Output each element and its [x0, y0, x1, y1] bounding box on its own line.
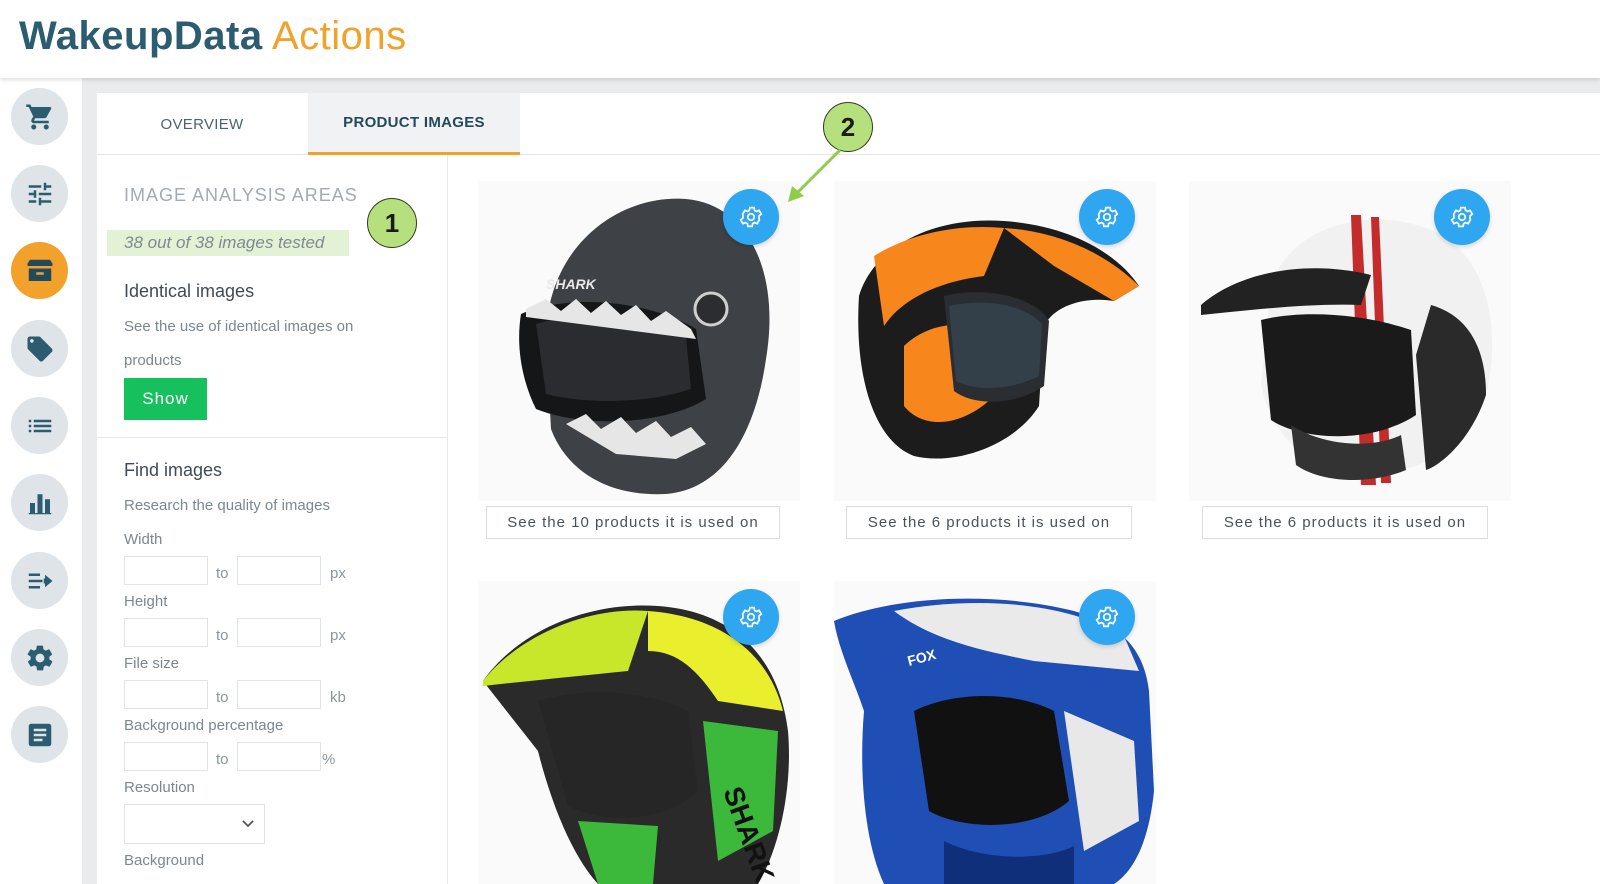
sidebar	[0, 78, 82, 884]
height-min-input[interactable]	[124, 618, 208, 647]
filesize-label: File size	[124, 655, 180, 672]
sidebar-item-reports[interactable]	[11, 474, 68, 531]
sidebar-item-documents[interactable]	[11, 706, 68, 763]
to-label: to	[216, 751, 229, 768]
sidebar-item-export[interactable]	[11, 552, 68, 609]
sidebar-item-products[interactable]	[11, 242, 68, 299]
unit-label: px	[330, 627, 346, 644]
gear-icon	[1095, 606, 1119, 628]
app-logo[interactable]: WakeupData Actions	[19, 14, 407, 59]
images-tested-status: 38 out of 38 images tested	[107, 230, 349, 256]
background-label: Background	[124, 852, 205, 869]
section-title: IMAGE ANALYSIS AREAS	[124, 185, 358, 205]
callout-1: 1	[367, 198, 417, 248]
to-label: to	[216, 627, 229, 644]
bg-percentage-max-input[interactable]	[237, 742, 321, 771]
see-products-button[interactable]: See the 10 products it is used on	[486, 506, 780, 539]
logo-part1: WakeupData	[19, 14, 263, 58]
cart-icon	[25, 104, 51, 129]
filters-panel: IMAGE ANALYSIS AREAS 38 out of 38 images…	[97, 155, 448, 884]
unit-label: %	[322, 751, 336, 768]
image-card	[1189, 181, 1511, 501]
gear-icon	[1450, 206, 1474, 228]
sidebar-item-list[interactable]	[11, 397, 68, 454]
gear-icon	[27, 645, 52, 670]
height-max-input[interactable]	[237, 618, 321, 647]
bg-percentage-label: Background percentage	[124, 717, 284, 734]
see-products-button[interactable]: See the 6 products it is used on	[846, 506, 1132, 539]
image-card: FOX	[834, 581, 1156, 884]
resolution-select[interactable]	[124, 804, 265, 844]
unit-label: px	[330, 565, 346, 582]
tab-product-images[interactable]: PRODUCT IMAGES	[308, 93, 520, 155]
app-header: WakeupData Actions	[0, 0, 1600, 78]
identical-images-title: Identical images	[124, 281, 255, 301]
filesize-min-input[interactable]	[124, 680, 208, 709]
gear-icon	[739, 206, 763, 228]
helmet-image[interactable]	[844, 206, 1144, 476]
sliders-icon	[28, 182, 51, 205]
to-label: to	[216, 689, 229, 706]
export-icon	[28, 573, 52, 588]
to-label: to	[216, 565, 229, 582]
sidebar-item-cart[interactable]	[11, 88, 68, 145]
image-settings-button[interactable]	[723, 189, 779, 245]
callout-arrow	[788, 148, 842, 202]
filesize-max-input[interactable]	[237, 680, 321, 709]
image-settings-button[interactable]	[1434, 189, 1490, 245]
bar-chart-icon	[28, 493, 51, 514]
sidebar-item-filters[interactable]	[11, 165, 68, 222]
tab-overview[interactable]: OVERVIEW	[97, 93, 307, 155]
height-label: Height	[124, 593, 168, 610]
document-icon	[28, 723, 51, 746]
sidebar-item-tags[interactable]	[11, 320, 68, 377]
logo-part2: Actions	[271, 14, 407, 58]
gear-icon	[1095, 206, 1119, 228]
unit-label: kb	[330, 689, 346, 706]
width-max-input[interactable]	[237, 556, 321, 585]
width-min-input[interactable]	[124, 556, 208, 585]
box-icon	[27, 259, 52, 281]
tag-icon	[27, 336, 52, 361]
image-settings-button[interactable]	[723, 589, 779, 645]
list-icon	[28, 419, 51, 432]
image-settings-button[interactable]	[1079, 189, 1135, 245]
image-card	[834, 181, 1156, 501]
image-card: SHARK	[478, 181, 800, 501]
show-identical-button[interactable]: Show	[124, 378, 207, 420]
find-images-title: Find images	[124, 460, 223, 480]
svg-text:SHARK: SHARK	[546, 276, 597, 292]
main-panel: OVERVIEW PRODUCT IMAGES IMAGE ANALYSIS A…	[97, 93, 1600, 884]
image-settings-button[interactable]	[1079, 589, 1135, 645]
divider	[97, 437, 448, 438]
width-label: Width	[124, 531, 163, 548]
identical-images-desc-1: See the use of identical images on	[124, 318, 354, 335]
sidebar-item-settings[interactable]	[11, 629, 68, 686]
bg-percentage-min-input[interactable]	[124, 742, 208, 771]
find-images-desc: Research the quality of images	[124, 497, 330, 514]
see-products-button[interactable]: See the 6 products it is used on	[1202, 506, 1488, 539]
gear-icon	[739, 606, 763, 628]
chevron-down-icon	[242, 820, 254, 828]
resolution-label: Resolution	[124, 779, 195, 796]
image-card: SHARK	[478, 581, 800, 884]
identical-images-desc-2: products	[124, 352, 182, 369]
